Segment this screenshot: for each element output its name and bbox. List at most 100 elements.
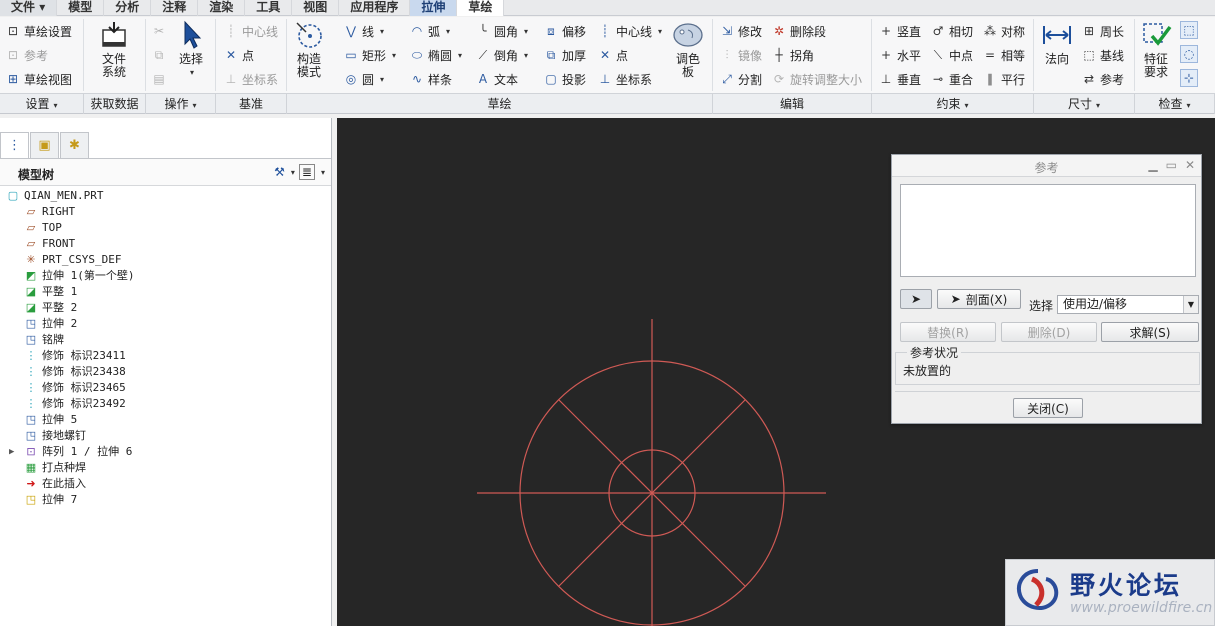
rectangle-button[interactable]: ▭ 矩形 ▾ — [344, 45, 396, 65]
midpoint-constraint-button[interactable]: ⟍ 中点 — [931, 45, 973, 65]
divide-button[interactable]: ⤢ 分割 — [720, 69, 762, 89]
tree-settings-icon[interactable]: ⚒ — [274, 165, 285, 179]
chevron-down-icon[interactable]: ▾ — [291, 168, 295, 177]
tree-item[interactable]: ▱ FRONT — [0, 236, 331, 252]
menu-sketch[interactable]: 草绘 — [457, 0, 505, 16]
ellipse-button[interactable]: ⬭ 椭圆 ▾ — [410, 45, 462, 65]
select-button[interactable]: 选择 ▾ — [174, 19, 208, 79]
paste-button[interactable]: ▤ — [152, 69, 166, 89]
group-setup[interactable]: 设置 ▾ — [0, 94, 84, 114]
tree-item[interactable]: ⋮ 修饰 标识23465 — [0, 380, 331, 396]
tree-item[interactable]: ▢ QIAN_MEN.PRT — [0, 188, 331, 204]
maximize-icon[interactable]: ▭ — [1166, 158, 1177, 172]
modify-button[interactable]: ⇲ 修改 — [720, 21, 762, 41]
menu-model[interactable]: 模型 — [57, 0, 105, 16]
sketch-centerline-button[interactable]: ┊ 中心线 ▾ — [598, 21, 662, 41]
perpendicular-constraint-button[interactable]: ⊥ 垂直 — [879, 69, 921, 89]
group-inspect[interactable]: 检查 ▾ — [1135, 94, 1215, 114]
fillet-button[interactable]: ╰ 圆角 ▾ — [476, 21, 528, 41]
tab-folder-browser[interactable]: ▣ — [30, 132, 59, 158]
tree-item[interactable]: ▱ TOP — [0, 220, 331, 236]
sketch-setup-button[interactable]: ⊡ 草绘设置 — [6, 21, 72, 41]
section-button[interactable]: ➤ 剖面(X) — [937, 289, 1021, 309]
references-list[interactable] — [900, 184, 1196, 277]
text-button[interactable]: A 文本 — [476, 69, 518, 89]
inspect-overlap-button[interactable]: ◌ — [1180, 45, 1198, 63]
tree-item[interactable]: ▦ 打点种焊 — [0, 460, 331, 476]
copy-button[interactable]: ⧉ — [152, 45, 166, 65]
solve-button[interactable]: 求解(S) — [1101, 322, 1199, 342]
parallel-constraint-button[interactable]: ∥ 平行 — [983, 69, 1025, 89]
mirror-button[interactable]: ⫶ 镜像 — [720, 45, 762, 65]
tree-item[interactable]: ⋮ 修饰 标识23438 — [0, 364, 331, 380]
tree-item[interactable]: ◩ 拉伸 1(第一个壁) — [0, 268, 331, 284]
circle-button[interactable]: ◎ 圆 ▾ — [344, 69, 384, 89]
sketch-view-button[interactable]: ⊞ 草绘视图 — [6, 69, 72, 89]
tree-item[interactable]: ◪ 平整 1 — [0, 284, 331, 300]
tree-item[interactable]: ◳ 拉伸 2 — [0, 316, 331, 332]
vertical-constraint-button[interactable]: + 竖直 — [879, 21, 921, 41]
menu-file[interactable]: 文件 ▾ — [0, 0, 58, 16]
tree-item[interactable]: ▶ ⊡ 阵列 1 / 拉伸 6 — [0, 444, 331, 460]
normal-dimension-button[interactable]: 法向 — [1040, 19, 1074, 66]
tree-item[interactable]: ✳ PRT_CSYS_DEF — [0, 252, 331, 268]
datum-centerline-button[interactable]: ┊ 中心线 — [224, 21, 278, 41]
group-dimension[interactable]: 尺寸 ▾ — [1034, 94, 1135, 114]
spline-button[interactable]: ∿ 样条 — [410, 69, 452, 89]
rotate-resize-button[interactable]: ⟳ 旋转调整大小 — [772, 69, 862, 89]
group-constrain[interactable]: 约束 ▾ — [872, 94, 1034, 114]
arc-button[interactable]: ◠ 弧 ▾ — [410, 21, 450, 41]
construction-mode-button[interactable]: 构造 模式 — [292, 19, 326, 79]
datum-csys-button[interactable]: ⊥ 坐标系 — [224, 69, 278, 89]
tree-item[interactable]: ⋮ 修饰 标识23411 — [0, 348, 331, 364]
tree-item[interactable]: ◳ 拉伸 7 — [0, 492, 331, 508]
sketch-csys-button[interactable]: ⊥ 坐标系 — [598, 69, 652, 89]
equal-constraint-button[interactable]: = 相等 — [983, 45, 1025, 65]
tree-item[interactable]: ◪ 平整 2 — [0, 300, 331, 316]
line-button[interactable]: ⋁ 线 ▾ — [344, 21, 384, 41]
feature-requirements-button[interactable]: 特征 要求 — [1138, 19, 1174, 79]
reference-button[interactable]: ⊡ 参考 — [6, 45, 48, 65]
menu-annotate[interactable]: 注释 — [151, 0, 199, 16]
tab-model-tree[interactable]: ⋮ — [0, 132, 29, 158]
tree-columns-icon[interactable]: ≣ — [298, 164, 315, 180]
tree-item[interactable]: ◳ 拉伸 5 — [0, 412, 331, 428]
coincident-constraint-button[interactable]: ⊸ 重合 — [931, 69, 973, 89]
close-button[interactable]: 关闭(C) — [1013, 398, 1083, 418]
project-button[interactable]: ▢ 投影 — [544, 69, 586, 89]
select-dropdown[interactable]: 使用边/偏移 ▼ — [1057, 295, 1199, 314]
offset-button[interactable]: ⧈ 偏移 — [544, 21, 586, 41]
tree-item[interactable]: ▱ RIGHT — [0, 204, 331, 220]
tree-item[interactable]: ◳ 接地螺钉 — [0, 428, 331, 444]
chevron-down-icon[interactable]: ▾ — [321, 168, 325, 177]
tree-item[interactable]: ⋮ 修饰 标识23492 — [0, 396, 331, 412]
corner-button[interactable]: ┼ 拐角 — [772, 45, 814, 65]
thicken-button[interactable]: ⧉ 加厚 — [544, 45, 586, 65]
reference-dimension-button[interactable]: ⇄ 参考 — [1082, 69, 1124, 89]
tree-item[interactable]: ◳ 铭牌 — [0, 332, 331, 348]
menu-extrude[interactable]: 拉伸 — [410, 0, 458, 16]
baseline-dimension-button[interactable]: ⬚ 基线 — [1082, 45, 1124, 65]
sketch-point-button[interactable]: ✕ 点 — [598, 45, 628, 65]
menu-view[interactable]: 视图 — [292, 0, 340, 16]
cut-button[interactable]: ✂ — [152, 21, 166, 41]
group-operations[interactable]: 操作 ▾ — [146, 94, 216, 114]
menu-tools[interactable]: 工具 — [245, 0, 293, 16]
menu-applications[interactable]: 应用程序 — [339, 0, 411, 16]
menu-analysis[interactable]: 分析 — [104, 0, 152, 16]
palette-button[interactable]: 调色 板 — [670, 19, 706, 79]
tree-item[interactable]: ➜ 在此插入 — [0, 476, 331, 492]
close-icon[interactable]: ✕ — [1185, 158, 1195, 172]
horizontal-constraint-button[interactable]: + 水平 — [879, 45, 921, 65]
inspect-shade-button[interactable]: ⬚ — [1180, 21, 1198, 39]
tangent-constraint-button[interactable]: ♂ 相切 — [931, 21, 973, 41]
chamfer-button[interactable]: ⟋ 倒角 ▾ — [476, 45, 528, 65]
delete-button[interactable]: 删除(D) — [1001, 322, 1097, 342]
delete-segment-button[interactable]: ✲ 删除段 — [772, 21, 826, 41]
dialog-title-bar[interactable]: 参考 ▁ ▭ ✕ — [892, 155, 1201, 177]
tab-favorites[interactable]: ✱ — [60, 132, 89, 158]
expand-arrow-icon[interactable]: ▶ — [9, 444, 14, 460]
minimize-icon[interactable]: ▁ — [1148, 158, 1157, 172]
menu-render[interactable]: 渲染 — [198, 0, 246, 16]
file-system-button[interactable]: 文件 系统 — [96, 19, 132, 79]
